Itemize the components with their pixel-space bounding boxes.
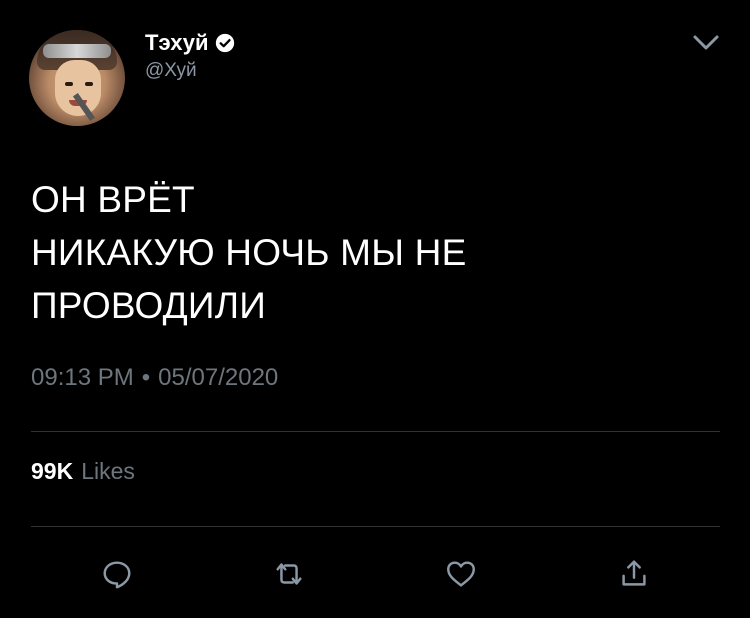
tweet-text-line: НИКАКУЮ НОЧЬ МЫ НЕ	[31, 232, 467, 273]
verified-badge-icon	[215, 33, 235, 53]
author-display-name[interactable]: Тэхуй	[145, 30, 209, 56]
retweet-icon[interactable]	[271, 556, 307, 592]
tweet-text-line: ПРОВОДИЛИ	[31, 285, 266, 326]
likes-stat[interactable]: 99K Likes	[31, 458, 135, 485]
divider	[31, 431, 720, 432]
author-handle[interactable]: @Хуй	[145, 60, 197, 82]
likes-count: 99K	[31, 458, 74, 484]
share-icon[interactable]	[616, 556, 652, 592]
reply-icon[interactable]	[99, 556, 135, 592]
tweet-timestamp[interactable]: 09:13 PM • 05/07/2020	[31, 364, 278, 392]
likes-label: Likes	[81, 458, 135, 484]
tweet-date: 05/07/2020	[158, 364, 279, 391]
chevron-down-icon[interactable]	[690, 28, 722, 56]
tweet-card: Тэхуй @Хуй ОН ВРЁТ НИКАКУЮ НОЧЬ МЫ НЕ ПР…	[0, 0, 750, 618]
author-name-row: Тэхуй	[145, 30, 235, 56]
tweet-text: ОН ВРЁТ НИКАКУЮ НОЧЬ МЫ НЕ ПРОВОДИЛИ	[31, 173, 721, 332]
tweet-text-line: ОН ВРЁТ	[31, 179, 195, 220]
divider	[31, 526, 720, 527]
avatar[interactable]	[29, 30, 125, 126]
tweet-time: 09:13 PM	[31, 364, 134, 391]
meta-separator: •	[141, 364, 151, 391]
like-icon[interactable]	[443, 556, 479, 592]
